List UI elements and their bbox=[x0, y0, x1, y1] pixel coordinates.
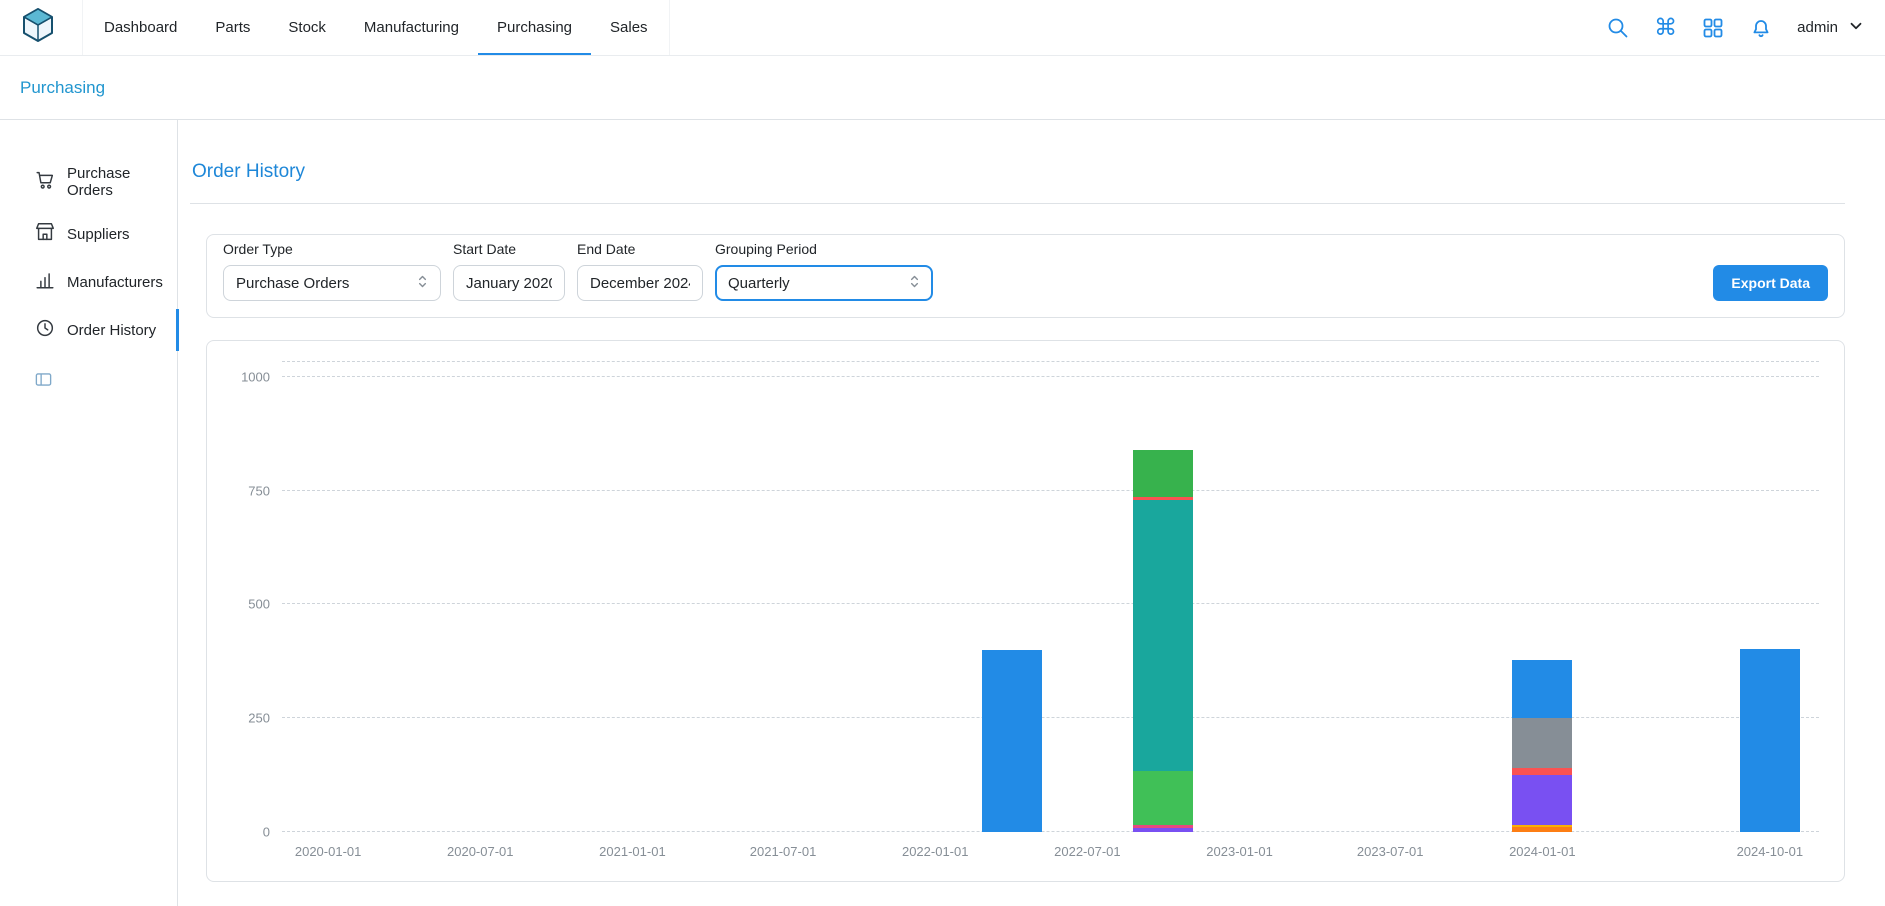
y-tick-label: 1000 bbox=[241, 369, 270, 384]
grouping-period-label: Grouping Period bbox=[715, 241, 933, 257]
main-tabs: Dashboard Parts Stock Manufacturing Purc… bbox=[82, 0, 670, 55]
export-data-button[interactable]: Export Data bbox=[1713, 265, 1828, 301]
start-date-input[interactable] bbox=[453, 265, 565, 301]
chevron-down-icon bbox=[1847, 17, 1865, 39]
user-menu[interactable]: admin bbox=[1797, 17, 1865, 39]
chart-bar-segment[interactable] bbox=[1133, 500, 1193, 771]
gridline bbox=[282, 603, 1819, 604]
chart-bar-segment[interactable] bbox=[1133, 450, 1193, 497]
bar-chart-icon bbox=[34, 269, 56, 295]
bell-icon[interactable] bbox=[1749, 16, 1773, 40]
x-tick-label: 2021-01-01 bbox=[599, 844, 666, 859]
username: admin bbox=[1797, 19, 1838, 36]
main-panel: Order History Order Type Purchase Orders… bbox=[178, 120, 1885, 906]
breadcrumb-item[interactable]: Purchasing bbox=[20, 78, 105, 98]
chart-bar-segment[interactable] bbox=[1512, 825, 1572, 828]
order-type-label: Order Type bbox=[223, 241, 441, 257]
x-tick-label: 2024-10-01 bbox=[1737, 844, 1804, 859]
app-logo-icon bbox=[20, 7, 56, 48]
order-type-field: Order Type Purchase Orders bbox=[223, 241, 441, 301]
gridline bbox=[282, 490, 1819, 491]
grid-scan-icon[interactable] bbox=[1701, 16, 1725, 40]
x-tick-label: 2024-01-01 bbox=[1509, 844, 1576, 859]
content: Purchase Orders Suppliers Manufacturers bbox=[0, 120, 1885, 906]
grouping-period-select[interactable]: Quarterly bbox=[715, 265, 933, 301]
chart-panel: 0 250 500 750 1000 2020-01-01 2020-07-01 2021-0… bbox=[206, 340, 1845, 882]
y-tick-label: 750 bbox=[248, 483, 270, 498]
sidebar-item-manufacturers[interactable]: Manufacturers bbox=[0, 258, 177, 306]
chart-bar-segment[interactable] bbox=[1133, 771, 1193, 825]
start-date-label: Start Date bbox=[453, 241, 565, 257]
chart-bar-segment[interactable] bbox=[982, 650, 1042, 832]
y-tick-label: 0 bbox=[263, 825, 270, 840]
gridline bbox=[282, 831, 1819, 832]
gridline bbox=[282, 376, 1819, 377]
selector-icon bbox=[906, 273, 923, 294]
sidebar-item-label: Manufacturers bbox=[67, 274, 163, 291]
navbar: Dashboard Parts Stock Manufacturing Purc… bbox=[0, 0, 1885, 56]
x-tick-label: 2021-07-01 bbox=[750, 844, 817, 859]
selector-icon bbox=[414, 273, 431, 294]
sidebar: Purchase Orders Suppliers Manufacturers bbox=[0, 120, 178, 906]
sidebar-item-label: Purchase Orders bbox=[67, 165, 169, 199]
storefront-icon bbox=[34, 221, 56, 247]
x-tick-label: 2023-07-01 bbox=[1357, 844, 1424, 859]
order-type-value: Purchase Orders bbox=[236, 275, 349, 292]
x-tick-label: 2020-07-01 bbox=[447, 844, 514, 859]
navbar-actions: ⌘ admin bbox=[1606, 16, 1865, 40]
page-title: Order History bbox=[192, 160, 1845, 183]
sidebar-item-purchase-orders[interactable]: Purchase Orders bbox=[0, 154, 177, 210]
breadcrumb: Purchasing bbox=[0, 56, 1885, 120]
shopping-cart-icon bbox=[34, 169, 56, 195]
chart-bar-segment[interactable] bbox=[1133, 828, 1193, 832]
filter-panel: Order Type Purchase Orders Start Date En… bbox=[206, 234, 1845, 318]
grouping-period-field: Grouping Period Quarterly bbox=[715, 241, 933, 301]
chart-bar-segment[interactable] bbox=[1133, 497, 1193, 501]
start-date-field: Start Date bbox=[453, 241, 565, 301]
collapse-sidebar-icon[interactable] bbox=[34, 370, 53, 389]
x-tick-label: 2023-01-01 bbox=[1206, 844, 1273, 859]
tab-parts[interactable]: Parts bbox=[196, 0, 269, 55]
chart-plot: 025050075010002020-01-012020-07-012021-0… bbox=[282, 361, 1819, 832]
order-type-select[interactable]: Purchase Orders bbox=[223, 265, 441, 301]
sidebar-item-label: Suppliers bbox=[67, 226, 130, 243]
end-date-label: End Date bbox=[577, 241, 703, 257]
tab-sales[interactable]: Sales bbox=[591, 0, 667, 55]
chart-bar-segment[interactable] bbox=[1512, 718, 1572, 768]
search-icon[interactable] bbox=[1606, 16, 1630, 40]
end-date-input[interactable] bbox=[577, 265, 703, 301]
sidebar-item-order-history[interactable]: Order History bbox=[0, 306, 177, 354]
chart-bar-segment[interactable] bbox=[1512, 775, 1572, 825]
chart-bar-segment[interactable] bbox=[1133, 825, 1193, 829]
chart-bar-segment[interactable] bbox=[1512, 768, 1572, 775]
chart-bar-segment[interactable] bbox=[1740, 649, 1800, 832]
chart-bar-segment[interactable] bbox=[1512, 660, 1572, 718]
sidebar-item-suppliers[interactable]: Suppliers bbox=[0, 210, 177, 258]
tab-dashboard[interactable]: Dashboard bbox=[85, 0, 196, 55]
gridline-top bbox=[282, 361, 1819, 362]
grouping-period-value: Quarterly bbox=[728, 275, 790, 292]
tab-manufacturing[interactable]: Manufacturing bbox=[345, 0, 478, 55]
history-clock-icon bbox=[34, 317, 56, 343]
tab-purchasing[interactable]: Purchasing bbox=[478, 0, 591, 55]
end-date-field: End Date bbox=[577, 241, 703, 301]
x-tick-label: 2020-01-01 bbox=[295, 844, 362, 859]
divider bbox=[190, 203, 1845, 204]
chart-bar-segment[interactable] bbox=[1512, 827, 1572, 832]
sidebar-item-label: Order History bbox=[67, 322, 156, 339]
y-tick-label: 250 bbox=[248, 711, 270, 726]
gridline bbox=[282, 717, 1819, 718]
x-tick-label: 2022-07-01 bbox=[1054, 844, 1121, 859]
x-tick-label: 2022-01-01 bbox=[902, 844, 969, 859]
app-logo[interactable] bbox=[20, 7, 56, 48]
command-icon[interactable]: ⌘ bbox=[1654, 16, 1677, 39]
tab-stock[interactable]: Stock bbox=[269, 0, 345, 55]
y-tick-label: 500 bbox=[248, 597, 270, 612]
